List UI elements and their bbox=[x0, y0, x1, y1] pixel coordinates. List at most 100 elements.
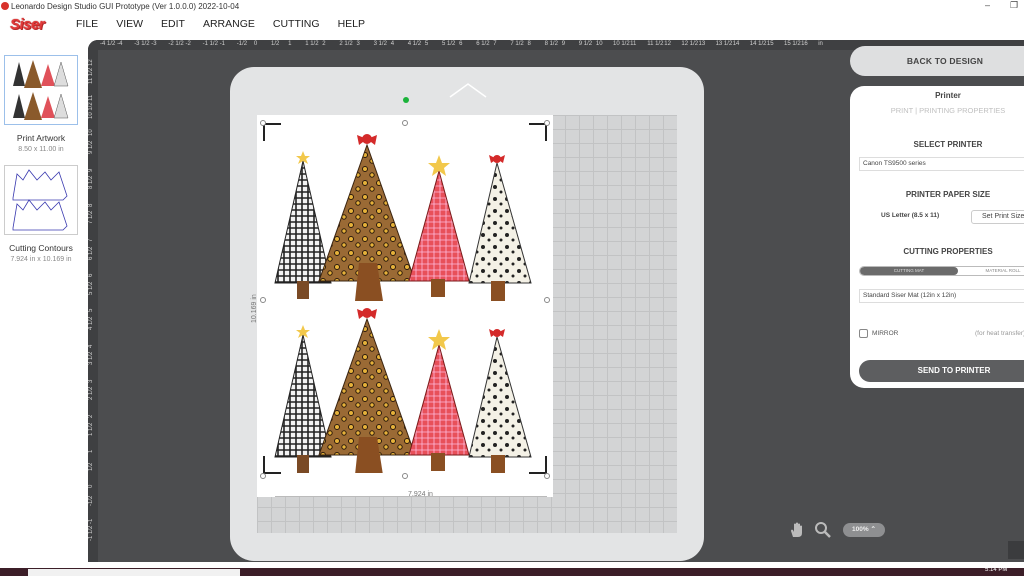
ruler-tick-label: 1 1/2 bbox=[88, 422, 94, 436]
chevron-up-icon[interactable] bbox=[448, 81, 488, 101]
ruler-tick-label: 11 1/2 bbox=[88, 67, 94, 84]
zoom-level-button[interactable]: 100% ⌃ bbox=[843, 523, 885, 537]
ruler-tick-label: 4 1/2 bbox=[88, 316, 94, 330]
cutting-mat: 7.924 in 10.169 in bbox=[230, 67, 704, 561]
ruler-tick-label: 15 1/2 bbox=[784, 41, 801, 47]
panel-tabs[interactable]: PRINT | PRINTING PROPERTIES bbox=[850, 106, 1024, 115]
ruler-tick-label: 1 bbox=[288, 41, 292, 47]
ruler-tick-label: -3 1/2 bbox=[134, 41, 150, 47]
ruler-tick-label: 9 1/2 bbox=[88, 140, 94, 154]
ruler-tick-label: 2 1/2 bbox=[339, 41, 353, 47]
ruler-tick-label: 15 bbox=[766, 41, 774, 47]
ruler-tick-label: 4 bbox=[390, 41, 395, 47]
pause-icon[interactable] bbox=[1008, 541, 1024, 559]
mirror-checkbox[interactable] bbox=[859, 329, 868, 338]
paper-size-value: US Letter (8.5 x 11) bbox=[881, 212, 940, 219]
material-roll-option[interactable]: MATERIAL ROLL bbox=[958, 267, 1024, 275]
taskbar-search[interactable] bbox=[28, 569, 240, 576]
ruler-tick-label: -2 bbox=[185, 41, 191, 47]
menu-arrange[interactable]: ARRANGE bbox=[203, 18, 255, 30]
printer-panel: Printer PRINT | PRINTING PROPERTIES SELE… bbox=[850, 86, 1024, 388]
ruler-tick-label: 1/2 bbox=[271, 41, 280, 47]
printer-select[interactable]: Canon TS9500 series bbox=[859, 157, 1024, 171]
siser-logo: Siser bbox=[10, 15, 45, 33]
resize-handle[interactable] bbox=[260, 473, 266, 479]
menu-file[interactable]: FILE bbox=[76, 18, 98, 30]
mat-select[interactable]: Standard Siser Mat (12in x 12in) bbox=[859, 289, 1024, 303]
ruler-tick-label: 12 bbox=[664, 41, 671, 47]
zoom-level: 100% bbox=[852, 526, 869, 533]
cutting-mat-option[interactable]: CUTTING MAT bbox=[860, 267, 958, 275]
ruler-tick-label: 12 bbox=[88, 59, 94, 66]
ruler-tick-label: -1 bbox=[88, 518, 94, 524]
artwork-selection[interactable]: 7.924 in 10.169 in bbox=[251, 120, 550, 498]
ruler-tick-label: 6 1/2 bbox=[476, 41, 490, 47]
menu-help[interactable]: HELP bbox=[338, 18, 365, 30]
resize-handle[interactable] bbox=[544, 473, 550, 479]
os-taskbar: 5:14 PM bbox=[0, 567, 1024, 576]
ruler-tick-label: 2 bbox=[322, 41, 326, 47]
send-to-printer-button[interactable]: SEND TO PRINTER bbox=[859, 360, 1024, 382]
app-window: Leonardo Design Studio GUI Prototype (Ve… bbox=[0, 0, 1024, 576]
rotate-handle[interactable] bbox=[403, 97, 409, 103]
layer-thumb-print-artwork[interactable] bbox=[4, 55, 78, 125]
christmas-trees-thumbnail-icon bbox=[13, 60, 69, 120]
ruler-vertical: 12 11 1/2 11 10 1/2 10 9 1/2 9 8 1/2 8 7 1/2 7 6 1/… bbox=[88, 40, 98, 562]
ruler-tick-label: 1 bbox=[88, 449, 94, 454]
menu-edit[interactable]: EDIT bbox=[161, 18, 185, 30]
menu-view[interactable]: VIEW bbox=[116, 18, 143, 30]
select-printer-heading: SELECT PRINTER bbox=[913, 140, 983, 149]
ruler-tick-label: 1 1/2 bbox=[305, 41, 319, 47]
cut-contour-thumbnail-icon bbox=[12, 169, 68, 231]
ruler-tick-label: 7 1/2 bbox=[88, 211, 94, 225]
layer-size: 7.924 in x 10.169 in bbox=[10, 256, 72, 263]
app-icon bbox=[1, 2, 9, 10]
resize-handle[interactable] bbox=[402, 473, 408, 479]
paper-size-heading: PRINTER PAPER SIZE bbox=[905, 190, 991, 199]
ruler-tick-label: -2 1/2 bbox=[168, 41, 184, 47]
height-dimension-label: 10.169 in bbox=[251, 294, 258, 323]
ruler-tick-label: 11 bbox=[630, 41, 637, 47]
ruler-tick-label: 5 bbox=[424, 41, 429, 47]
ruler-tick-label: 3 1/2 bbox=[88, 351, 94, 366]
ruler-tick-label: 12 1/2 bbox=[681, 41, 699, 47]
ruler-tick-label: 9 1/2 bbox=[578, 41, 593, 47]
layer-thumb-cutting-contours[interactable] bbox=[4, 165, 78, 235]
restore-button[interactable]: ❐ bbox=[1010, 0, 1018, 10]
window-title: Leonardo Design Studio GUI Prototype (Ve… bbox=[11, 1, 240, 11]
ruler-tick-label: 5 bbox=[88, 309, 94, 313]
magnifier-zoom-icon[interactable] bbox=[814, 521, 832, 539]
layer-size: 8.50 x 11.00 in bbox=[18, 146, 64, 153]
cutting-mode-toggle[interactable]: CUTTING MAT MATERIAL ROLL bbox=[859, 266, 1024, 276]
ruler-tick-label: 10 bbox=[88, 129, 94, 137]
ruler-tick-label: 7 1/2 bbox=[510, 41, 524, 47]
ruler-tick-label: 9 bbox=[561, 41, 566, 47]
ruler-tick-label: 8 bbox=[527, 41, 531, 47]
mirror-note: (for heat transfer) bbox=[975, 330, 1024, 337]
ruler-tick-label: 1/2 bbox=[88, 462, 94, 471]
layers-panel: Print Artwork 8.50 x 11.00 in Cutting Co… bbox=[0, 40, 88, 562]
ruler-tick-label: 6 1/2 bbox=[88, 246, 94, 260]
ruler-tick-label: -4 1/2 bbox=[100, 41, 116, 47]
ruler-tick-label: 16 bbox=[801, 41, 808, 47]
cutting-properties-heading: CUTTING PROPERTIES bbox=[903, 247, 993, 256]
ruler-tick-label: 9 bbox=[88, 168, 94, 172]
hand-pan-icon[interactable] bbox=[788, 521, 806, 539]
back-to-design-button[interactable]: BACK TO DESIGN bbox=[850, 46, 1024, 76]
ruler-tick-label: 2 1/2 bbox=[88, 387, 94, 401]
ruler-tick-label: -1/2 bbox=[88, 495, 94, 506]
ruler-tick-label: 11 1/2 bbox=[647, 41, 664, 47]
title-bar: Leonardo Design Studio GUI Prototype (Ve… bbox=[0, 0, 1024, 12]
ruler-tick-label: 7 bbox=[493, 41, 497, 47]
taskbar-clock: 5:14 PM bbox=[985, 567, 1008, 573]
ruler-tick-label: 0 bbox=[88, 485, 94, 489]
chevron-up-icon: ⌃ bbox=[870, 526, 876, 533]
panel-title: Printer bbox=[935, 91, 961, 100]
ruler-tick-label: 13 bbox=[698, 41, 706, 47]
layer-label: Print Artwork bbox=[16, 133, 66, 143]
menu-cutting[interactable]: CUTTING bbox=[273, 18, 320, 30]
set-print-size-button[interactable]: Set Print Size bbox=[971, 210, 1024, 224]
ruler-tick-label: -1 bbox=[219, 41, 226, 47]
ruler-tick-label: 5 1/2 bbox=[88, 281, 94, 295]
minimize-button[interactable]: – bbox=[985, 0, 990, 10]
